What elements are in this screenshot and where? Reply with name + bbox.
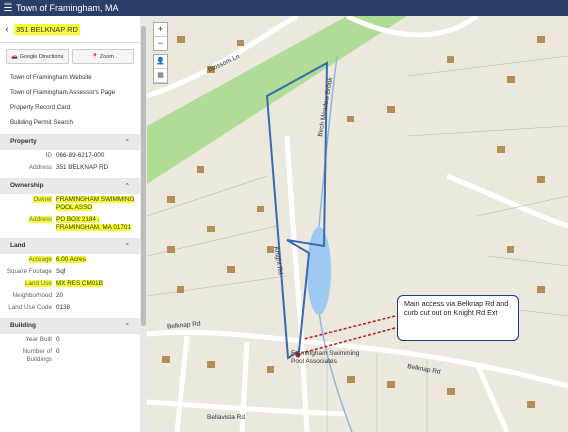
acreage-label: Acreage — [28, 256, 52, 263]
link-property-record-card[interactable]: Property Record Card — [0, 100, 140, 115]
zoom-control: + − — [153, 22, 168, 51]
neighborhood-value: 20 — [56, 292, 64, 299]
road-knight — [284, 135, 310, 432]
section-ownership[interactable]: Ownership ⌃ — [0, 178, 140, 194]
section-property-title: Property — [10, 138, 37, 145]
pool-label-2: Pool Associates — [291, 358, 337, 365]
owner-value: FRAMINGHAM SWIMMING POOL ASSO — [56, 196, 135, 211]
year-built-value: 0 — [56, 336, 60, 343]
map-canvas[interactable] — [147, 16, 568, 432]
panel-header: ‹ 351 BELKNAP RD — [0, 16, 140, 43]
acreage-row: Acreage 6.00 Acres — [0, 254, 140, 266]
property-address-value: 351 BELKNAP RD — [56, 164, 109, 171]
square-footage-label: Square Footage — [6, 268, 52, 275]
year-built-row: Year Built 0 — [0, 334, 140, 346]
section-land[interactable]: Land ⌃ — [0, 238, 140, 254]
road-east — [446, 173, 568, 229]
square-footage-value: Sqf — [56, 268, 66, 275]
zoom-label: Zoom — [99, 53, 114, 60]
scrollbar-thumb[interactable] — [141, 26, 146, 326]
back-arrow-icon[interactable]: ‹ — [0, 24, 14, 35]
owner-row: Owner FRAMINGHAM SWIMMING POOL ASSO — [0, 194, 140, 214]
chevron-up-icon: ⌃ — [124, 139, 130, 146]
top-bar: ☰ Town of Framingham, MA — [0, 0, 568, 16]
property-id-row: ID 066-89-6217-000 — [0, 150, 140, 162]
number-of-buildings-value: 0 — [56, 348, 60, 355]
property-address-title: 351 BELKNAP RD — [14, 23, 80, 35]
number-of-buildings-row: Number of Buildings 0 — [0, 346, 140, 366]
map-tools: 👤 ▦ — [153, 54, 168, 84]
number-of-buildings-label: Number of Buildings — [22, 348, 52, 363]
layers-icon[interactable]: ▦ — [154, 69, 167, 83]
land-use-code-row: Land Use Code 0138 — [0, 302, 140, 314]
zoom-button[interactable]: 📍 Zoom — [71, 49, 134, 64]
zoom-out-button[interactable]: − — [154, 37, 167, 50]
property-id-label: ID — [45, 152, 52, 159]
owner-address-line2: FRAMINGHAM, MA 01701 — [56, 224, 131, 231]
road-label-bellavista: Bellavista Rd — [207, 414, 245, 421]
land-use-code-label: Land Use Code — [8, 304, 52, 311]
zoom-in-button[interactable]: + — [154, 23, 167, 37]
chevron-up-icon: ⌃ — [124, 183, 130, 190]
acreage-value: 6.00 Acres — [56, 256, 86, 263]
google-directions-button[interactable]: 🚗 Google Directions — [6, 49, 69, 64]
google-directions-label: Google Directions — [19, 53, 64, 60]
property-address-row: Address 351 BELKNAP RD — [0, 162, 140, 174]
section-land-title: Land — [10, 242, 26, 249]
pool-label-1: Framingham Swimming — [291, 350, 360, 357]
section-building[interactable]: Building ⌃ — [0, 318, 140, 334]
hamburger-menu-icon[interactable]: ☰ — [0, 3, 16, 14]
panel-actions: 🚗 Google Directions 📍 Zoom — [6, 49, 134, 64]
link-assessor-page[interactable]: Town of Framingham Assessor's Page — [0, 85, 140, 100]
land-use-row: Land Use MX RES CM01B — [0, 278, 140, 290]
property-panel: ‹ 351 BELKNAP RD 🚗 Google Directions 📍 Z… — [0, 16, 141, 432]
road-side-1 — [174, 335, 190, 432]
street-view-icon[interactable]: 👤 — [154, 55, 167, 69]
land-use-code-value: 0138 — [56, 304, 71, 311]
property-id-value: 066-89-6217-000 — [56, 152, 105, 159]
chevron-up-icon: ⌃ — [124, 243, 130, 250]
link-building-permit-search[interactable]: Building Permit Search — [0, 115, 140, 130]
roads — [147, 16, 568, 432]
section-property[interactable]: Property ⌃ — [0, 134, 140, 150]
section-building-title: Building — [10, 322, 36, 329]
neighborhood-row: Neighborhood 20 — [0, 290, 140, 302]
land-use-label: Land Use — [25, 280, 52, 287]
app-title: Town of Framingham, MA — [16, 3, 119, 13]
owner-label: Owner — [33, 196, 52, 203]
square-footage-row: Square Footage Sqf — [0, 266, 140, 278]
power-line-corridor — [147, 16, 407, 184]
road-side-3 — [474, 362, 510, 432]
owner-address-line1: PO BOX 2184 , — [56, 216, 100, 223]
panel-scrollbar[interactable] — [140, 16, 147, 432]
link-town-website[interactable]: Town of Framingham Website — [0, 70, 140, 85]
owner-address-row: Address PO BOX 2184 , FRAMINGHAM, MA 0170… — [0, 214, 140, 234]
owner-address-label: Address — [28, 216, 52, 223]
map-view[interactable]: Framingham Swimming Pool Associates Belk… — [147, 16, 568, 432]
property-address-label: Address — [28, 164, 52, 171]
pond — [307, 227, 331, 315]
land-use-value: MX RES CM01B — [56, 280, 103, 287]
neighborhood-label: Neighborhood — [12, 292, 52, 299]
year-built-label: Year Built — [25, 336, 52, 343]
section-ownership-title: Ownership — [10, 182, 44, 189]
chevron-up-icon: ⌃ — [124, 323, 130, 330]
access-callout: Main access via Belknap Rd and curb cut … — [397, 295, 519, 341]
